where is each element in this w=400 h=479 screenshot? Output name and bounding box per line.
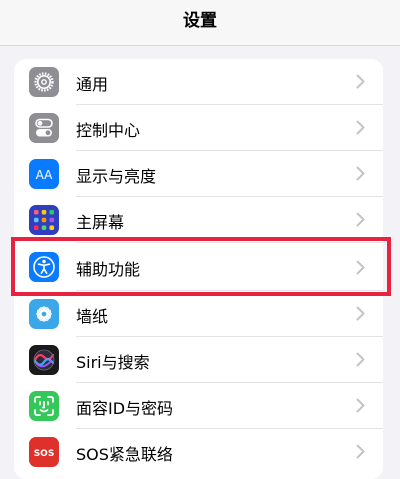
settings-item-label: 通用 [76,75,109,94]
chevron-right-icon [356,74,365,89]
chevron-right-icon [356,444,365,459]
settings-item-label: Siri与搜索 [76,353,150,372]
chevron-right-icon [356,352,365,367]
settings-item-wallpaper[interactable]: 墙纸 [14,291,383,337]
page-title: 设置 [183,11,217,31]
settings-item-label: 辅助功能 [76,260,141,279]
settings-item-label: 面容ID与密码 [76,399,174,418]
chevron-right-icon [356,260,365,275]
nav-divider [0,45,400,46]
siri-icon [29,345,59,375]
settings-item-label: SOS紧急联络 [76,445,173,464]
face-id-icon [29,391,59,421]
chevron-right-icon [356,212,365,227]
app-grid-icon [29,205,59,235]
navigation-bar: 设置 [0,0,400,46]
svg-text:SOS: SOS [34,449,55,459]
toggles-icon [29,113,59,143]
sos-icon: SOS [29,437,59,467]
settings-item-label: 显示与亮度 [76,167,157,186]
chevron-right-icon [356,166,365,181]
settings-item-face-id[interactable]: 面容ID与密码 [14,383,383,429]
flower-icon [29,299,59,329]
chevron-right-icon [356,398,365,413]
text-size-icon: AA [29,159,59,189]
settings-group: 通用 控制中心 AA 显示与亮度 主屏幕 辅助功能 墙纸 Siri与搜索 面容I… [14,59,383,479]
settings-item-label: 墙纸 [76,307,109,326]
settings-item-general[interactable]: 通用 [14,59,383,105]
chevron-right-icon [356,120,365,135]
chevron-right-icon [356,306,365,321]
settings-item-home-screen[interactable]: 主屏幕 [14,197,383,243]
settings-item-sos[interactable]: SOS SOS紧急联络 [14,429,383,475]
settings-item-accessibility[interactable]: 辅助功能 [14,243,383,291]
svg-text:AA: AA [36,168,54,182]
settings-item-control-center[interactable]: 控制中心 [14,105,383,151]
settings-item-display[interactable]: AA 显示与亮度 [14,151,383,197]
accessibility-icon [29,252,59,282]
gear-icon [29,67,59,97]
settings-item-label: 主屏幕 [76,213,125,232]
settings-item-siri[interactable]: Siri与搜索 [14,337,383,383]
settings-item-label: 控制中心 [76,121,141,140]
